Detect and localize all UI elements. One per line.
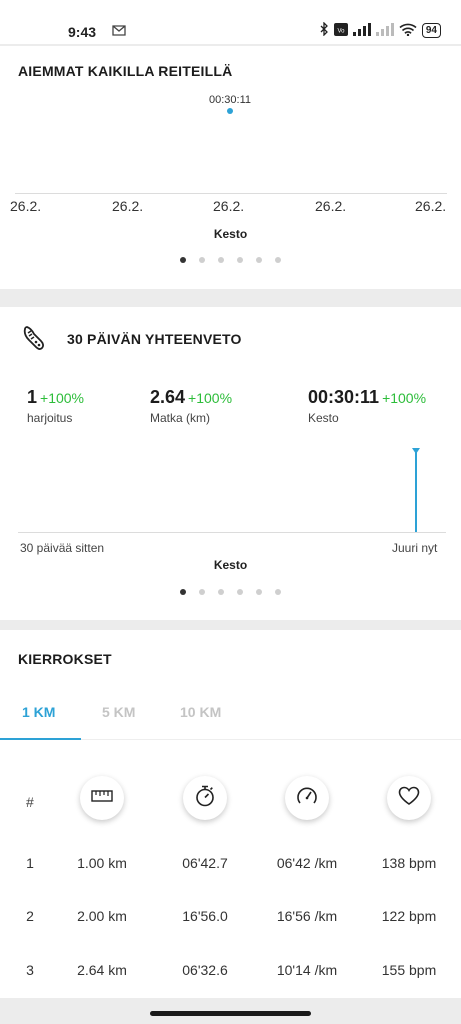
page-dot[interactable]: [218, 589, 224, 595]
speedometer-icon: [296, 786, 318, 811]
lap-number: 3: [26, 962, 34, 978]
lap-heart-rate: 138 bpm: [381, 855, 437, 871]
page-dot[interactable]: [218, 257, 224, 263]
bluetooth-icon: [320, 21, 329, 39]
page-dot[interactable]: [237, 257, 243, 263]
point-label: 00:30:11: [208, 94, 251, 106]
bar-marker: [412, 448, 420, 454]
heart-icon: [398, 786, 420, 811]
stat-value: 1: [27, 387, 38, 407]
lap-pace: 16'56 /km: [276, 908, 338, 924]
page-dot[interactable]: [199, 589, 205, 595]
stat-label: Kesto: [308, 411, 339, 425]
lap-time: 16'56.0: [182, 908, 228, 924]
stat-change: +100%: [382, 390, 427, 406]
page-dot[interactable]: [180, 589, 186, 595]
volte-icon: Vo: [333, 22, 348, 39]
data-point: [227, 108, 233, 114]
page-dot[interactable]: [275, 257, 281, 263]
lap-heart-rate: 155 bpm: [381, 962, 437, 978]
gmail-icon: [112, 24, 126, 39]
lap-distance: 2.64 km: [77, 962, 127, 978]
chart-baseline: [18, 532, 446, 533]
ruler-icon: [91, 789, 113, 807]
svg-text:Vo: Vo: [337, 28, 345, 34]
x-axis-label: 26.2.: [112, 198, 144, 214]
x-axis-label: 26.2.: [213, 198, 245, 214]
stat-workouts: 1 +100%: [27, 387, 84, 408]
x-axis-start-label: 30 päivää sitten: [20, 541, 105, 555]
summary-card: 30 PÄIVÄN YHTEENVETO 1 +100% harjoitus 2.…: [0, 307, 461, 620]
tab-5km[interactable]: 5 KM: [102, 704, 135, 720]
laps-card: [0, 630, 461, 998]
lap-number: 1: [26, 855, 34, 871]
x-axis-end-label: Juuri nyt: [392, 541, 438, 555]
home-indicator[interactable]: [150, 1011, 311, 1016]
page-dot[interactable]: [237, 589, 243, 595]
axis-title: Kesto: [213, 227, 248, 241]
battery-icon: 94: [421, 23, 441, 38]
stopwatch-icon: [195, 785, 215, 812]
lap-number-header: #: [26, 794, 34, 810]
page-indicator[interactable]: [0, 257, 461, 263]
signal-icon: [352, 22, 371, 39]
page-dot[interactable]: [199, 257, 205, 263]
tab-1km[interactable]: 1 KM: [22, 704, 55, 720]
stat-duration: 00:30:11 +100%: [308, 387, 426, 408]
chart-baseline: [15, 193, 447, 194]
duration-bar: [415, 450, 417, 532]
stat-change: +100%: [188, 390, 233, 406]
page-dot[interactable]: [256, 589, 262, 595]
previous-routes-card: AIEMMAT KAIKILLA REITEILLÄ 00:30:11 26.2…: [0, 46, 461, 289]
page-dot[interactable]: [180, 257, 186, 263]
stat-change: +100%: [40, 390, 84, 406]
heart-rate-column-header[interactable]: [387, 776, 431, 820]
lap-distance: 2.00 km: [77, 908, 127, 924]
x-axis-label: 26.2.: [315, 198, 347, 214]
lap-distance: 1.00 km: [77, 855, 127, 871]
lap-number: 2: [26, 908, 34, 924]
status-time: 9:43: [68, 24, 97, 40]
lap-time: 06'42.7: [182, 855, 228, 871]
distance-column-header[interactable]: [80, 776, 124, 820]
status-bar: 9:43 Vo 94: [0, 0, 461, 44]
lap-heart-rate: 122 bpm: [381, 908, 437, 924]
page-indicator[interactable]: [0, 589, 461, 595]
pace-column-header[interactable]: [285, 776, 329, 820]
stat-label: harjoitus: [27, 411, 73, 425]
axis-title: Kesto: [213, 558, 248, 572]
x-axis-label: 26.2.: [415, 198, 447, 214]
card-title: KIERROKSET: [18, 651, 112, 667]
stat-label: Matka (km): [150, 411, 210, 425]
card-title: AIEMMAT KAIKILLA REITEILLÄ: [18, 63, 233, 79]
active-tab-indicator: [0, 738, 81, 740]
page-dot[interactable]: [275, 589, 281, 595]
stat-distance: 2.64 +100%: [150, 387, 232, 408]
page-dot[interactable]: [256, 257, 262, 263]
lap-pace: 06'42 /km: [276, 855, 338, 871]
stat-value: 00:30:11: [308, 387, 380, 407]
time-column-header[interactable]: [183, 776, 227, 820]
lap-pace: 10'14 /km: [276, 962, 338, 978]
running-shoe-icon: [22, 325, 46, 356]
card-title: 30 PÄIVÄN YHTEENVETO: [67, 331, 242, 347]
lap-tabs: 1 KM 5 KM 10 KM: [0, 694, 461, 740]
x-axis-label: 26.2.: [10, 198, 42, 214]
lap-time: 06'32.6: [182, 962, 228, 978]
tab-10km[interactable]: 10 KM: [180, 704, 221, 720]
wifi-icon: [399, 23, 417, 39]
signal-2-icon: [375, 22, 394, 39]
stat-value: 2.64: [150, 387, 186, 407]
